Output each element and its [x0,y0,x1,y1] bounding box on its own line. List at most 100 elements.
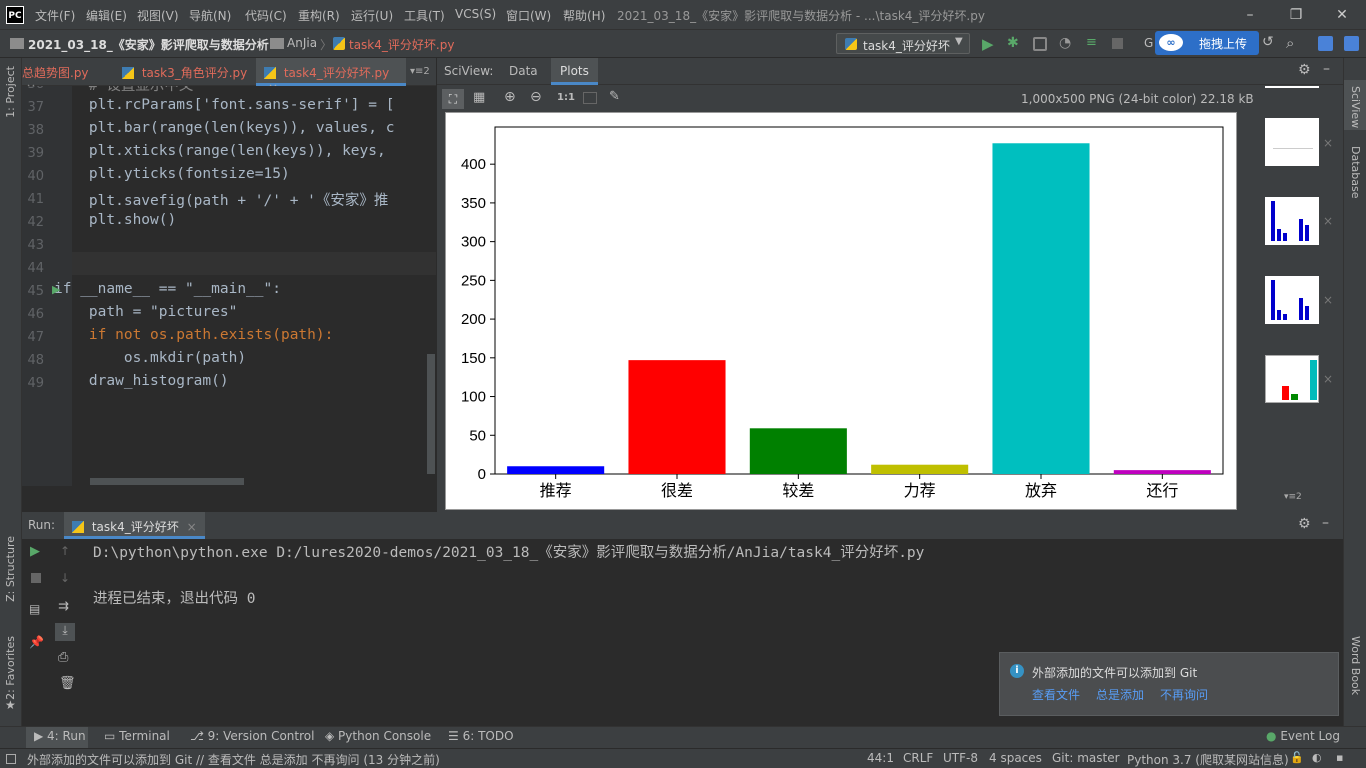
vertical-scrollbar[interactable] [427,354,435,474]
maximize-icon[interactable]: ❐ [1286,5,1306,25]
dont-ask-link[interactable]: 不再询问 [1160,686,1208,703]
scroll-up-icon[interactable]: ↑ [60,544,70,558]
memory-icon[interactable]: ▪ [1336,751,1343,764]
tool-todo-button[interactable]: ☰ 6: TODO [448,729,514,743]
minimize-panel-icon[interactable]: – [1323,61,1330,77]
zoom-out-icon[interactable]: ⊖ [530,89,542,105]
search-icon[interactable]: ⌕ [1286,34,1294,52]
editor-tab[interactable]: task3_角色评分.py × [114,58,274,86]
run-configuration-select[interactable]: task4_评分好坏 ▼ [836,33,970,54]
database-tool-button[interactable]: Database [1349,146,1362,199]
event-log-button[interactable]: ● Event Log [1266,729,1340,743]
view-files-link[interactable]: 查看文件 [1032,686,1080,703]
background-icon[interactable] [583,92,597,104]
tab-data[interactable]: Data [509,64,538,78]
remove-thumbnail-icon[interactable]: × [1323,293,1333,307]
clear-trash-icon[interactable]: 🗑 [59,676,76,691]
plot-image: 0 50 100 150 200 250 300 350 400 推荐 很差 较差 力荐 放弃 还行 [445,112,1237,510]
breadcrumb-file[interactable]: task4_评分好坏.py [349,36,454,53]
tool-python-console-button[interactable]: ◈ Python Console [325,729,431,743]
menu-item[interactable]: 编辑(E) [86,7,127,24]
minimize-icon[interactable]: – [1240,5,1260,25]
tab-plots[interactable]: Plots [551,58,598,85]
tool-run-button[interactable]: ▶ 4: Run [34,729,86,743]
breadcrumb-folder[interactable]: AnJia [287,36,317,50]
tool-terminal-button[interactable]: ▭ Terminal [104,729,170,743]
indent-setting[interactable]: 4 spaces [989,751,1042,765]
remove-thumbnail-icon[interactable]: × [1323,214,1333,228]
zoom-in-icon[interactable]: ⊕ [504,89,516,105]
stop-icon[interactable] [31,573,41,583]
menu-item[interactable]: 导航(N) [189,7,231,24]
plot-thumbnail[interactable] [1265,118,1319,166]
horizontal-scrollbar[interactable] [90,478,244,485]
settings-gear-icon[interactable]: ⚙ [1298,62,1311,78]
caret-position[interactable]: 44:1 [867,751,894,765]
remove-thumbnail-icon[interactable]: × [1323,372,1333,386]
soft-wrap-icon[interactable]: ⇉ [58,599,69,614]
plot-thumbnail[interactable] [1265,276,1319,324]
remove-thumbnail-icon[interactable]: × [1323,136,1333,150]
menu-item[interactable]: 工具(T) [404,7,445,24]
menu-item[interactable]: 运行(U) [351,7,393,24]
breadcrumb-project[interactable]: 2021_03_18_《安家》影评爬取与数据分析 [28,36,269,53]
tab-overflow-menu[interactable]: ▾≡2 [410,66,430,77]
tool-vcs-button[interactable]: ⎇ 9: Version Control [190,729,314,743]
git-branch[interactable]: Git: master [1052,751,1120,765]
menu-item[interactable]: 窗口(W) [506,7,551,24]
print-icon[interactable]: ⎙ [58,650,68,665]
menu-item[interactable]: 文件(F) [35,7,75,24]
close-window-icon[interactable]: ✕ [1332,5,1352,25]
line-separator[interactable]: CRLF [903,751,933,765]
favorites-star-icon[interactable]: ★ [5,698,16,712]
run-tab[interactable]: task4_评分好坏 × [64,512,205,539]
lock-icon[interactable]: 🔓 [1290,751,1304,764]
menu-item[interactable]: 重构(R) [298,7,340,24]
profile-icon[interactable]: ◔ [1059,35,1075,51]
close-tab-icon[interactable]: × [187,520,197,534]
fit-zoom-icon[interactable]: ⛶ [442,89,464,109]
pin-icon[interactable]: 📌 [29,635,44,649]
translate-settings-icon[interactable] [1344,36,1359,51]
always-add-link[interactable]: 总是添加 [1096,686,1144,703]
scroll-down-icon[interactable]: ↓ [60,571,70,585]
favorites-tool-button[interactable]: 2: Favorites [4,636,17,700]
menu-item[interactable]: 帮助(H) [563,7,605,24]
menu-item[interactable]: 代码(C) [245,7,287,24]
project-tool-button[interactable]: 1: Project [4,66,17,118]
grid-icon[interactable]: ▦ [473,90,485,105]
upload-widget[interactable]: ∞ 拖拽上传 [1155,31,1259,55]
inspection-icon[interactable]: ◐ [1312,751,1322,764]
translate-icon[interactable] [1318,36,1333,51]
run-gutter-icon[interactable]: ▶ [52,283,60,296]
menu-item[interactable]: VCS(S) [455,7,496,21]
color-picker-icon[interactable]: ✎ [609,89,620,104]
plot-thumbnail[interactable] [1265,197,1319,245]
minimize-panel-icon[interactable]: – [1322,515,1329,531]
rerun-icon[interactable]: ▶ [30,544,40,559]
scroll-to-end-icon[interactable]: ⤓ [55,623,75,641]
status-toggle-icon[interactable] [6,754,16,764]
code-editor[interactable]: 36 # 设置显示中文 37 plt.rcParams['font.sans-se… [22,86,436,486]
file-encoding[interactable]: UTF-8 [943,751,978,765]
settings-gear-icon[interactable]: ⚙ [1298,516,1311,532]
stop-icon[interactable] [1112,38,1123,49]
plot-thumbnail[interactable] [1265,86,1319,88]
thumbnail-overflow-menu[interactable]: ▾≡2 [1284,492,1302,502]
structure-tool-button[interactable]: Z: Structure [4,536,17,602]
python-interpreter[interactable]: Python 3.7 (爬取某网站信息) [1127,751,1289,768]
debug-icon[interactable]: ✱ [1007,35,1023,51]
sciview-tool-button[interactable]: SciView [1349,86,1362,128]
editor-tab[interactable]: 总趋势图.py × [22,58,114,95]
history-icon[interactable]: ↺ [1262,34,1274,50]
menu-item[interactable]: 视图(V) [137,7,179,24]
run-icon[interactable]: ▶ [982,35,998,53]
concurrency-icon[interactable]: ≡ [1086,35,1102,51]
status-message[interactable]: 外部添加的文件可以添加到 Git // 查看文件 总是添加 不再询问 (13 分… [27,751,440,768]
wordbook-tool-button[interactable]: Word Book [1349,636,1362,695]
layout-icon[interactable]: ▤ [29,602,40,616]
actual-size-button[interactable]: 1:1 [557,92,575,103]
coverage-icon[interactable] [1033,37,1047,51]
editor-tab-active[interactable]: task4_评分好坏.py × [256,58,406,95]
plot-thumbnail-selected[interactable] [1265,355,1319,403]
